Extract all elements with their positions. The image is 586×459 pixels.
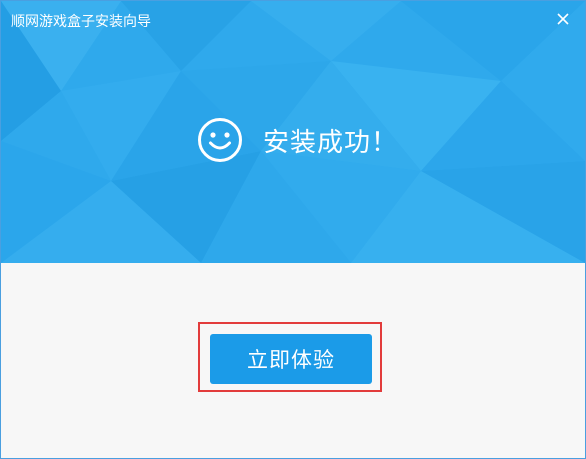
installer-window: 顺网游戏盒子安装向导 安装成功！ 立即体验 xyxy=(0,0,586,459)
try-now-button[interactable]: 立即体验 xyxy=(210,334,372,384)
success-banner: 顺网游戏盒子安装向导 安装成功！ xyxy=(1,1,585,263)
success-text: 安装成功！ xyxy=(263,127,399,158)
close-button[interactable] xyxy=(551,7,575,31)
close-icon xyxy=(557,13,569,25)
window-title: 顺网游戏盒子安装向导 xyxy=(11,14,151,30)
success-message: 安装成功！ xyxy=(197,116,398,164)
smiley-face-icon xyxy=(198,118,242,162)
